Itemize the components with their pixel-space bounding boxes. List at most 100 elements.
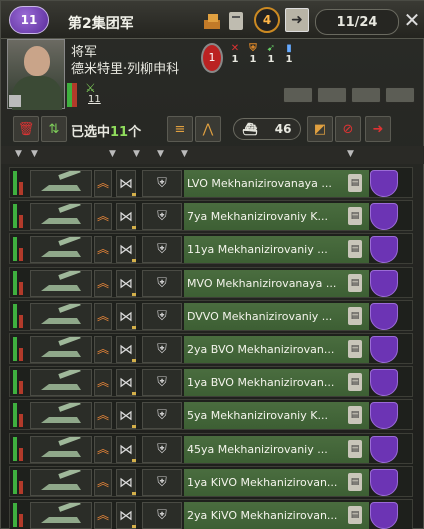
document-icon[interactable]: ▤ (348, 240, 362, 259)
strength-bar (13, 502, 17, 527)
veterancy-icon: ︽ (94, 203, 112, 231)
artillery-icon (30, 433, 92, 463)
document-icon[interactable]: ▤ (348, 174, 362, 192)
organization-bar (19, 281, 23, 295)
division-shield-icon[interactable] (370, 236, 398, 264)
order-button-1[interactable] (283, 87, 313, 103)
artillery-icon (30, 466, 92, 496)
document-icon[interactable]: ▤ (348, 273, 362, 292)
sort-arrow-1[interactable]: ▼ (15, 149, 22, 159)
veterancy-icon: ︽ (94, 170, 112, 197)
division-name[interactable]: 7ya Mekhanizirovaniy K... (184, 203, 369, 231)
equipment-icon: ⛨ (142, 435, 182, 463)
profile-icon[interactable] (9, 95, 21, 107)
artillery-icon (30, 499, 92, 529)
reinforce-icon[interactable]: ⇅ (41, 116, 67, 142)
document-icon[interactable]: ▤ (348, 373, 362, 392)
artillery-icon (30, 233, 92, 264)
division-shield-icon[interactable] (370, 170, 398, 197)
sort-arrow-7[interactable]: ▼ (347, 149, 354, 159)
division-name[interactable]: 2ya KiVO Mekhanizirovan... (184, 501, 369, 529)
veterancy-icon: ︽ (94, 302, 112, 330)
document-icon[interactable]: ▤ (348, 339, 362, 358)
division-name[interactable]: LVO Mekhanizirovanaya ... (184, 170, 369, 197)
order-button-2[interactable] (317, 87, 347, 103)
division-shield-icon[interactable] (370, 269, 398, 297)
organization-bar (19, 347, 23, 361)
strength-bar (13, 370, 17, 395)
sort-arrow-2[interactable]: ▼ (31, 149, 38, 159)
division-shield-icon[interactable] (370, 501, 398, 529)
attack-icon: ✕ 1 (230, 43, 240, 65)
exit-icon[interactable]: ➜ (285, 8, 309, 32)
division-row[interactable]: ︽ ⋈ ⛨ 5ya Mekhanizirovaniy K... ▤ (9, 399, 413, 431)
readiness-bar (132, 259, 136, 263)
division-shield-icon[interactable] (370, 302, 398, 330)
sort-arrow-4[interactable]: ▼ (133, 149, 140, 159)
division-name[interactable]: 1ya KiVO Mekhanizirovan... (184, 468, 369, 496)
terrain-icon[interactable]: ◩ (307, 116, 333, 142)
artillery-icon (30, 167, 92, 197)
supply-icon[interactable] (201, 10, 223, 32)
document-icon[interactable]: ▤ (348, 505, 362, 524)
selected-label: 已选中11个 (71, 121, 141, 140)
division-name[interactable]: DVVO Mekhanizirovaniy ... (184, 302, 369, 330)
division-shield-icon[interactable] (370, 435, 398, 463)
division-row[interactable]: ︽ ⋈ ⛨ 2ya BVO Mekhanizirovan... ▤ (9, 332, 413, 364)
document-icon[interactable]: ▤ (348, 472, 362, 491)
order-button-3[interactable] (351, 87, 381, 103)
readiness-bar (132, 358, 136, 362)
division-shield-icon[interactable] (370, 203, 398, 231)
division-row[interactable]: ︽ ⋈ ⛨ 1ya KiVO Mekhanizirovan... ▤ (9, 465, 413, 497)
division-row[interactable]: ︽ ⋈ ⛨ 1ya BVO Mekhanizirovan... ▤ (9, 366, 413, 398)
chevron-icon[interactable]: ⋀ (195, 116, 221, 142)
division-row[interactable]: ︽ ⋈ ⛨ 7ya Mekhanizirovaniy K... ▤ (9, 200, 413, 232)
planning-indicator[interactable]: 4 (254, 7, 280, 33)
sort-arrow-5[interactable]: ▼ (157, 149, 164, 159)
division-name[interactable]: 5ya Mekhanizirovaniy K... (184, 402, 369, 430)
selected-suffix: 个 (128, 125, 142, 140)
readiness-bar (132, 226, 136, 230)
order-button-4[interactable] (385, 87, 415, 103)
division-shield-icon[interactable] (370, 468, 398, 496)
strength-bar (13, 270, 17, 295)
readiness-bar (132, 325, 136, 329)
army-name[interactable]: 第2集团军 (68, 13, 134, 33)
organization-bar (19, 414, 23, 428)
organization-bar (19, 182, 23, 195)
cancel-icon[interactable]: ⊘ (335, 116, 361, 142)
sort-arrow-3[interactable]: ▼ (109, 149, 116, 159)
division-shield-icon[interactable] (370, 335, 398, 363)
division-name[interactable]: 1ya BVO Mekhanizirovan... (184, 369, 369, 397)
strength-bar (13, 237, 17, 262)
division-row[interactable]: ︽ ⋈ ⛨ 11ya Mekhanizirovaniy ... ▤ (9, 233, 413, 265)
document-icon[interactable] (225, 10, 247, 32)
division-row[interactable]: ︽ ⋈ ⛨ DVVO Mekhanizirovaniy ... ▤ (9, 299, 413, 331)
division-row[interactable]: ︽ ⋈ ⛨ MVO Mekhanizirovanaya ... ▤ (9, 266, 413, 298)
delete-icon[interactable]: 🗑 (13, 116, 39, 142)
document-icon[interactable]: ▤ (348, 306, 362, 325)
division-row[interactable]: ︽ ⋈ ⛨ 45ya Mekhanizirovaniy ... ▤ (9, 432, 413, 464)
division-name[interactable]: 2ya BVO Mekhanizirovan... (184, 335, 369, 363)
document-icon[interactable]: ▤ (348, 207, 362, 226)
commander-name[interactable]: 德米特里·列柳申科 (71, 58, 179, 77)
division-row[interactable]: ︽ ⋈ ⛨ 2ya KiVO Mekhanizirovan... ▤ (9, 498, 413, 529)
rank-icon[interactable]: ≡ (167, 116, 193, 142)
division-row[interactable]: ︽ ⋈ ⛨ LVO Mekhanizirovanaya ... ▤ (9, 167, 413, 198)
equipment-icon: ⛨ (142, 302, 182, 330)
document-icon[interactable]: ▤ (348, 406, 362, 425)
naval-transfer[interactable]: ⛴ 46 (233, 118, 301, 140)
skill-level-icon[interactable]: 1 (201, 43, 223, 73)
division-shield-icon[interactable] (370, 402, 398, 430)
close-icon[interactable]: ✕ (402, 7, 422, 33)
attack-value: 1 (231, 54, 239, 65)
document-icon[interactable]: ▤ (348, 439, 362, 458)
division-name[interactable]: 45ya Mekhanizirovaniy ... (184, 435, 369, 463)
army-badge[interactable]: 11 (9, 6, 49, 34)
division-name[interactable]: MVO Mekhanizirovanaya ... (184, 269, 369, 297)
division-shield-icon[interactable] (370, 369, 398, 397)
exit-order-icon[interactable]: ➜ (365, 116, 391, 142)
strength-bar (13, 469, 17, 494)
sort-arrow-6[interactable]: ▼ (181, 149, 188, 159)
division-name[interactable]: 11ya Mekhanizirovaniy ... (184, 236, 369, 264)
